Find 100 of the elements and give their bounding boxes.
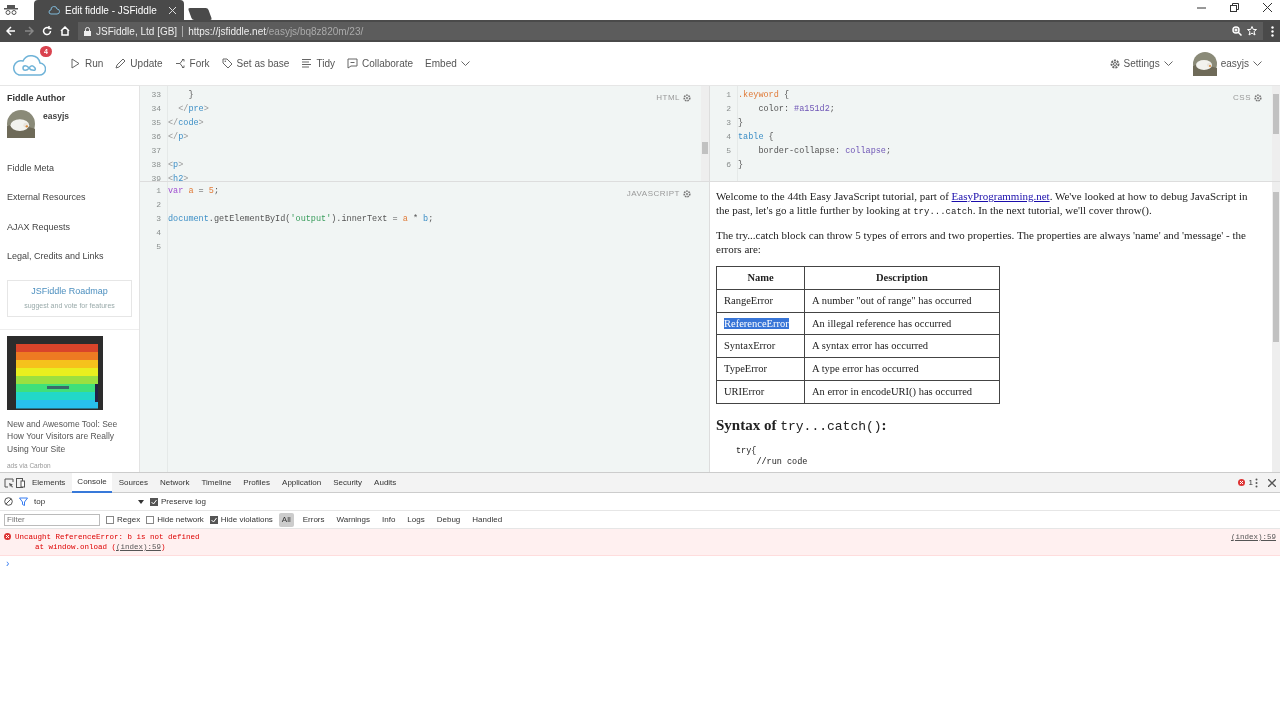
log-level-filter[interactable]: Handled [469, 512, 506, 527]
ad-text[interactable]: New and Awesome Tool: See How Your Visitors are Really Using Your Site [7, 417, 132, 455]
sidebar-link[interactable]: Fiddle Meta [7, 153, 132, 183]
table-cell: An error in encodeURI() has occurred [804, 380, 1000, 403]
filter-field[interactable]: Filter [4, 513, 100, 526]
author-name[interactable]: easyjs [43, 109, 69, 138]
lines-icon [301, 58, 313, 69]
line-number: 5 [155, 241, 162, 253]
code-line: </code> [168, 117, 205, 130]
log-level-filter[interactable]: Warnings [333, 512, 373, 527]
cloud-icon [48, 5, 60, 15]
line-number: 2 [155, 199, 162, 211]
chat-icon [346, 58, 358, 69]
new-tab-button[interactable] [187, 8, 213, 20]
toolbar-button[interactable]: Tidy [295, 53, 341, 74]
table-cell: An illegal reference has occurred [804, 312, 1000, 335]
table-cell: SyntaxError [716, 334, 805, 358]
toolbar-button[interactable]: Collaborate [340, 53, 420, 74]
filter-icon[interactable] [19, 497, 28, 506]
checkbox[interactable]: Regex [106, 513, 141, 526]
code-line: document.getElementById('output').innerText = a * b; [168, 213, 434, 226]
address-bar[interactable]: JSFiddle, Ltd [GB] https://jsfiddle.net/easyjs/bq8z820m/23/ [78, 22, 1263, 40]
scrollbar-thumb[interactable] [702, 142, 708, 154]
user-menu-button[interactable]: easyjs [1186, 48, 1268, 79]
line-number: 1 [725, 89, 732, 101]
line-number: 33 [150, 89, 162, 101]
scrollbar-thumb[interactable] [1273, 192, 1279, 342]
code-line: </p> [168, 131, 190, 144]
code-line: color: #a151d2; [757, 103, 836, 116]
table-cell: TypeError [716, 357, 805, 381]
scrollbar-thumb[interactable] [1273, 94, 1279, 134]
close-icon[interactable] [1263, 3, 1272, 12]
devtools-tab[interactable]: Timeline [196, 472, 237, 493]
settings-icon[interactable] [1254, 94, 1262, 102]
devtools-tab[interactable]: Application [277, 472, 327, 493]
settings-icon[interactable] [683, 190, 691, 198]
log-level-filter[interactable]: Debug [433, 512, 464, 527]
console-prompt[interactable]: › [0, 556, 1280, 571]
code-editor[interactable]: 1 2 3 4 5 6 .keyword { color: #a151d2; } table { border-collapse: collapse; } CSS [710, 86, 1280, 182]
zoom-icon[interactable] [1232, 26, 1242, 36]
line-number: 5 [725, 145, 732, 157]
clear-icon[interactable] [4, 497, 13, 506]
line-number: 36 [150, 131, 162, 143]
link[interactable]: EasyProgramming.net [951, 190, 1050, 202]
paragraph: The try...catch block can throw 5 types of errors and two properties. The properties are always 'name' and 'message' - the errors are: [716, 229, 1247, 256]
lock-icon [84, 26, 91, 36]
sidebar-link[interactable]: AJAX Requests [7, 212, 132, 242]
inspect-icon[interactable] [4, 477, 14, 488]
settings-icon[interactable] [683, 94, 691, 102]
editor-language-label: JAVASCRIPT [626, 188, 680, 200]
toolbar-button[interactable]: Update [109, 53, 169, 74]
devtools-tab[interactable]: Sources [113, 472, 154, 493]
error-icon [4, 533, 11, 540]
more-icon[interactable] [1255, 477, 1258, 488]
code-editor[interactable]: 33 34 35 36 37 38 39 } </pre> </code> </p> <p> <h2> HTML [140, 86, 709, 182]
browser-tab[interactable]: Edit fiddle - JSFiddle [34, 0, 184, 20]
devtools-tab[interactable]: Console [72, 472, 112, 493]
code-line: } [187, 89, 195, 102]
settings-button[interactable]: Settings [1103, 53, 1179, 74]
context-selector[interactable]: top [34, 495, 144, 508]
code-line: //run code [755, 457, 809, 468]
devtools-tab[interactable]: Network [155, 472, 195, 493]
code-line: var a = 5; [168, 185, 221, 198]
sidebar-heading: Fiddle Author [7, 92, 67, 105]
toolbar-button[interactable]: Embed [419, 53, 476, 74]
devtools-tab[interactable]: Security [328, 472, 368, 493]
devtools-tab[interactable]: Profiles [238, 472, 276, 493]
forward-icon[interactable] [24, 26, 34, 36]
devtools-tab[interactable]: Elements [27, 472, 71, 493]
code-editor[interactable]: 1 2 3 4 5 var a = 5; document.getElementById('output').innerText = a * b; JAVASCRIPT [140, 182, 709, 472]
sidebar-link[interactable]: Legal, Credits and Links [7, 242, 132, 272]
toolbar-button[interactable]: Run [64, 53, 110, 74]
checkbox[interactable]: Preserve log [150, 495, 206, 508]
roadmap-title: JSFiddle Roadmap [30, 284, 109, 298]
device-icon[interactable] [16, 477, 25, 488]
back-icon[interactable] [6, 26, 16, 36]
code-line: </pre> [177, 103, 209, 116]
checkbox[interactable]: Hide network [146, 513, 204, 526]
home-icon[interactable] [60, 26, 70, 36]
log-level-filter[interactable]: Logs [404, 512, 428, 527]
log-level-filter[interactable]: Info [379, 512, 399, 527]
log-level-filter[interactable]: Errors [299, 512, 328, 527]
checkbox[interactable]: Hide violations [209, 513, 273, 526]
table-cell: A syntax error has occurred [804, 334, 1000, 358]
line-number: 37 [150, 145, 162, 157]
restore-icon[interactable] [1230, 3, 1239, 12]
line-number: 1 [155, 185, 162, 197]
reload-icon[interactable] [42, 26, 52, 36]
toolbar-button[interactable]: Fork [168, 53, 216, 74]
log-level-filter[interactable]: All [278, 512, 294, 527]
devtools-tab[interactable]: Audits [369, 472, 402, 493]
toolbar-button[interactable]: Set as base [215, 53, 296, 74]
error-count[interactable]: 1 [1237, 476, 1253, 489]
sidebar-link[interactable]: External Resources [7, 183, 132, 213]
line-number: 35 [150, 117, 162, 129]
close-icon[interactable] [1268, 478, 1276, 487]
editor-language-label: CSS [1233, 92, 1251, 104]
star-icon[interactable] [1247, 26, 1257, 36]
menu-icon[interactable] [1271, 25, 1274, 37]
fork-icon [174, 58, 186, 69]
